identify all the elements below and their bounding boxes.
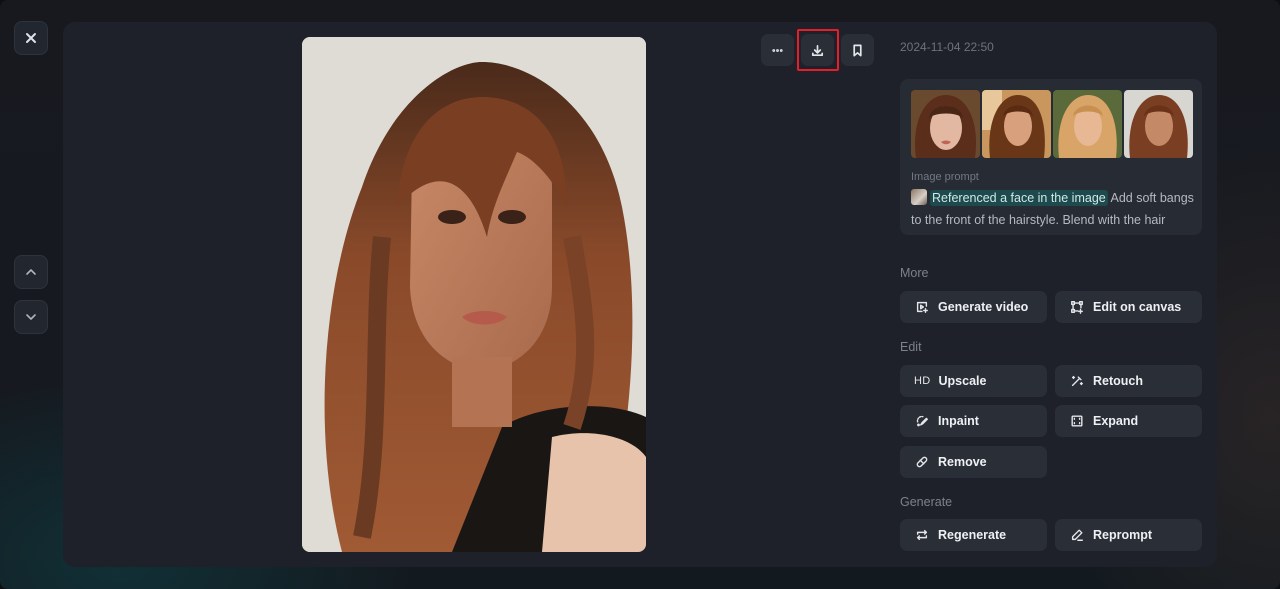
close-icon [26, 33, 36, 43]
generated-image [302, 37, 646, 552]
reference-thumbnail[interactable] [911, 90, 980, 158]
reference-chip[interactable]: Referenced a face in the image [930, 190, 1108, 206]
reference-thumbnail[interactable] [982, 90, 1051, 158]
prompt-card: Image prompt Referenced a face in the im… [900, 79, 1202, 235]
remove-button[interactable]: Remove [900, 446, 1047, 478]
thumbnail-image [1124, 90, 1193, 158]
chevron-up-icon [26, 269, 36, 275]
reprompt-button[interactable]: Reprompt [1055, 519, 1202, 551]
inpaint-button[interactable]: Inpaint [900, 405, 1047, 437]
thumbnail-image [911, 90, 980, 158]
reprompt-label: Reprompt [1093, 528, 1153, 542]
regenerate-button[interactable]: Regenerate [900, 519, 1047, 551]
more-horizontal-icon [772, 48, 783, 52]
canvas-icon [1071, 301, 1083, 314]
edit-on-canvas-button[interactable]: Edit on canvas [1055, 291, 1202, 323]
pencil-icon [1071, 529, 1083, 541]
inpaint-brush-icon [916, 415, 928, 427]
generate-video-label: Generate video [938, 300, 1029, 314]
reference-face-thumbnail [911, 189, 927, 205]
repeat-icon [916, 529, 928, 541]
video-add-icon [916, 301, 928, 313]
expand-label: Expand [1093, 414, 1139, 428]
portrait-illustration [302, 37, 646, 552]
hd-icon: HD [914, 375, 931, 387]
download-button[interactable] [801, 34, 834, 66]
bookmark-icon [853, 44, 862, 56]
retouch-label: Retouch [1093, 374, 1143, 388]
generate-video-button[interactable]: Generate video [900, 291, 1047, 323]
reference-thumbnail[interactable] [1053, 90, 1122, 158]
next-image-button[interactable] [14, 300, 48, 334]
previous-image-button[interactable] [14, 255, 48, 289]
retouch-button[interactable]: Retouch [1055, 365, 1202, 397]
prompt-label: Image prompt [911, 171, 979, 183]
remove-label: Remove [938, 455, 987, 469]
created-timestamp: 2024-11-04 22:50 [900, 40, 994, 54]
inpaint-label: Inpaint [938, 414, 979, 428]
section-label-more: More [900, 266, 929, 280]
reference-thumbnail[interactable] [1124, 90, 1193, 158]
chevron-down-icon [26, 314, 36, 320]
close-button[interactable] [14, 21, 48, 55]
reference-thumbnails [911, 90, 1193, 158]
expand-button[interactable]: Expand [1055, 405, 1202, 437]
eraser-icon [916, 456, 928, 468]
more-options-button[interactable] [761, 34, 794, 66]
prompt-text: Referenced a face in the image Add soft … [911, 187, 1195, 231]
section-label-edit: Edit [900, 340, 922, 354]
thumbnail-image [982, 90, 1051, 158]
thumbnail-image [1053, 90, 1122, 158]
download-icon [811, 44, 824, 56]
expand-icon [1071, 415, 1083, 427]
upscale-label: Upscale [938, 374, 987, 388]
upscale-button[interactable]: HD Upscale [900, 365, 1047, 397]
edit-on-canvas-label: Edit on canvas [1093, 300, 1182, 314]
bookmark-button[interactable] [841, 34, 874, 66]
magic-wand-icon [1071, 375, 1083, 387]
regenerate-label: Regenerate [938, 528, 1007, 542]
section-label-generate: Generate [900, 495, 953, 509]
